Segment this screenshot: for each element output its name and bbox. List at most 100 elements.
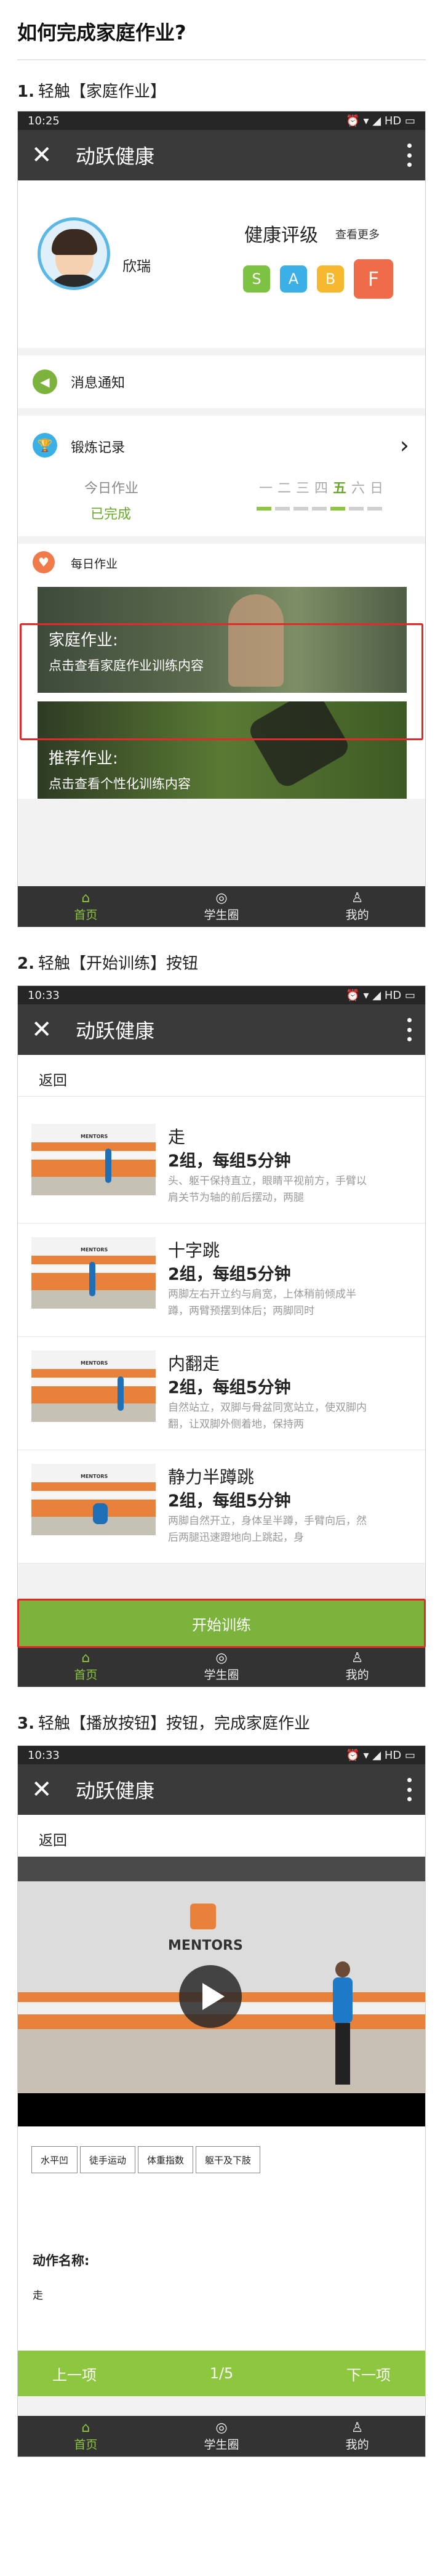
play-button[interactable] — [179, 1965, 242, 2028]
today-homework-label: 今日作业 — [84, 481, 139, 496]
status-icons: ⏰ ▾ ◢ HD ▭ — [346, 114, 415, 127]
weekday-label: 三 — [295, 481, 309, 496]
exercise-description: 头、躯干保持直立，眼睛平视前方，手臂以肩关节为轴的前后摆动，两腿 — [168, 1175, 367, 1204]
grade-badge-f: F — [354, 259, 393, 299]
exercise-description: 两脚左右开立约与肩宽，上体稍前倾成半蹲，两臂预摆到体后；两脚同时 — [168, 1288, 356, 1317]
tab-me[interactable]: ♙ 我的 — [302, 1650, 413, 1682]
back-link[interactable]: 返回 — [18, 1055, 425, 1097]
user-icon: ♙ — [351, 890, 364, 906]
tab-student-circle[interactable]: ◎ 学生圈 — [166, 1650, 277, 1682]
status-bar: 10:33 ⏰ ▾ ◢ HD ▭ — [18, 1746, 425, 1764]
app-title: 动跃健康 — [76, 145, 155, 168]
home-icon: ⌂ — [81, 890, 90, 906]
weekday-progress-bar — [367, 507, 382, 511]
tag-chip[interactable]: 体重指数 — [138, 2146, 194, 2173]
tab-home-label: 首页 — [74, 2437, 98, 2452]
exercise-item[interactable]: MENTORS 静力半蹲跳 2组，每组5分钟 两脚自然开立，身体呈半蹲，手臂向后… — [18, 1450, 425, 1564]
exercise-item[interactable]: MENTORS 十字跳 2组，每组5分钟 两脚左右开立约与肩宽，上体稍前倾成半蹲… — [18, 1224, 425, 1337]
tab-home[interactable]: ⌂ 首页 — [30, 890, 141, 923]
today-status: 已完成 — [90, 507, 132, 522]
exercise-item[interactable]: MENTORS 走 2组，每组5分钟 头、躯干保持直立，眼睛平视前方，手臂以肩关… — [18, 1110, 425, 1224]
weekday-progress-bar — [257, 507, 271, 511]
mentors-logo-icon — [190, 1904, 216, 1929]
tab-me-label: 我的 — [345, 908, 369, 922]
weekday-label: 四 — [314, 481, 328, 496]
app-bar: ✕ 动跃健康 — [18, 1004, 425, 1055]
weekday-label: 日 — [369, 481, 383, 496]
chevron-right-icon[interactable]: › — [400, 432, 409, 459]
tab-home[interactable]: ⌂ 首页 — [30, 1650, 141, 1682]
exercise-name: 静力半蹲跳 — [168, 1467, 255, 1487]
step-number: 1. — [17, 83, 34, 101]
close-icon[interactable]: ✕ — [31, 143, 62, 168]
view-more-link[interactable]: 查看更多 — [335, 226, 380, 242]
tag-chip[interactable]: 徒手运动 — [80, 2146, 136, 2173]
more-menu-icon[interactable] — [407, 1018, 412, 1041]
step-number: 3. — [17, 1714, 34, 1733]
weekday-progress-bars — [257, 507, 386, 511]
app-title: 动跃健康 — [76, 1779, 155, 1803]
daily-homework-header: ♥ 每日作业 — [18, 544, 425, 581]
action-name-label: 动作名称: — [33, 2253, 90, 2268]
step-text: 轻触【开始训练】按钮 — [38, 955, 198, 973]
exercise-name: 内翻走 — [168, 1354, 220, 1374]
tab-student-circle-label: 学生圈 — [204, 908, 239, 922]
exercise-description: 两脚自然开立，身体呈半蹲，手臂向后，然后两腿迅速蹬地向上跳起，身 — [168, 1515, 367, 1544]
more-menu-icon[interactable] — [407, 1778, 412, 1801]
phone-screen-home: 10:25 ⏰ ▾ ◢ HD ▭ ✕ 动跃健康 欣瑞 健康评级 查看更多 S A… — [17, 111, 426, 927]
tab-home[interactable]: ⌂ 首页 — [30, 2420, 141, 2452]
medal-icon: ♥ — [33, 551, 55, 573]
tab-me-label: 我的 — [345, 2437, 369, 2452]
exercise-thumbnail: MENTORS — [31, 1124, 156, 1195]
action-name-section: 动作名称: 走 — [18, 2203, 425, 2351]
weekday-label: 一 — [258, 481, 273, 496]
next-button[interactable]: 下一项 — [346, 2363, 391, 2384]
tab-student-circle[interactable]: ◎ 学生圈 — [166, 2420, 277, 2452]
chat-bubble-icon: ◎ — [215, 2420, 228, 2436]
weekday-progress-bar — [330, 507, 345, 511]
tag-chip[interactable]: 躯干及下肢 — [196, 2146, 261, 2173]
avatar[interactable] — [38, 217, 110, 290]
health-grade-label: 健康评级 — [244, 225, 318, 246]
weekday-row: 一二三四五六日 — [257, 477, 386, 497]
video-player[interactable]: MENTORS — [18, 1857, 425, 2126]
user-icon: ♙ — [351, 2420, 364, 2436]
back-link[interactable]: 返回 — [18, 1815, 425, 1857]
status-bar: 10:25 ⏰ ▾ ◢ HD ▭ — [18, 111, 425, 130]
tab-me[interactable]: ♙ 我的 — [302, 2420, 413, 2452]
step-text: 轻触【播放按钮】按钮，完成家庭作业 — [38, 1714, 310, 1733]
speaker-icon: ◀ — [33, 369, 57, 394]
more-menu-icon[interactable] — [407, 143, 412, 167]
exercise-item[interactable]: MENTORS 内翻走 2组，每组5分钟 自然站立，双脚与骨盆同宽站立，使双脚内… — [18, 1337, 425, 1450]
tab-me-label: 我的 — [345, 1668, 369, 1682]
training-record-section[interactable]: 🏆 锻炼记录 › 今日作业 已完成 一二三四五六日 — [18, 416, 425, 536]
status-time: 10:33 — [28, 1748, 60, 1762]
action-name-value: 走 — [33, 2290, 43, 2302]
weekday-label: 二 — [277, 481, 291, 496]
tab-me[interactable]: ♙ 我的 — [302, 890, 413, 923]
page-indicator: 1/5 — [209, 2365, 234, 2382]
messages-row[interactable]: ◀ 消息通知 — [18, 355, 425, 408]
user-icon: ♙ — [351, 1650, 364, 1666]
close-icon[interactable]: ✕ — [31, 1777, 62, 1802]
phone-screen-player: 10:33 ⏰ ▾ ◢ HD ▭ ✕ 动跃健康 返回 MENTORS 水平凹 徒… — [17, 1745, 426, 2457]
phone-screen-exercise-list: 10:33 ⏰ ▾ ◢ HD ▭ ✕ 动跃健康 返回 MENTORS 走 2组，… — [17, 985, 426, 1687]
tab-student-circle[interactable]: ◎ 学生圈 — [166, 890, 277, 923]
status-bar: 10:33 ⏰ ▾ ◢ HD ▭ — [18, 986, 425, 1004]
exercise-sets: 2组，每组5分钟 — [168, 1152, 291, 1171]
bottom-tab-bar: ⌂ 首页 ◎ 学生圈 ♙ 我的 — [18, 1646, 425, 1687]
tag-chip[interactable]: 水平凹 — [31, 2146, 78, 2173]
weekday-progress-bar — [293, 507, 308, 511]
exercise-thumbnail: MENTORS — [31, 1351, 156, 1422]
step-number: 2. — [17, 955, 34, 973]
app-title: 动跃健康 — [76, 1019, 155, 1043]
highlight-start-training — [17, 1599, 426, 1648]
recommended-homework-subtitle: 点击查看个性化训练内容 — [49, 777, 191, 791]
close-icon[interactable]: ✕ — [31, 1017, 62, 1042]
previous-button[interactable]: 上一项 — [52, 2363, 97, 2384]
weekday-progress-bar — [275, 507, 290, 511]
tab-home-label: 首页 — [74, 908, 98, 922]
bottom-tab-bar: ⌂ 首页 ◎ 学生圈 ♙ 我的 — [18, 2416, 425, 2457]
grade-badges: S A B F — [243, 259, 393, 299]
grade-badge-a: A — [280, 265, 307, 293]
